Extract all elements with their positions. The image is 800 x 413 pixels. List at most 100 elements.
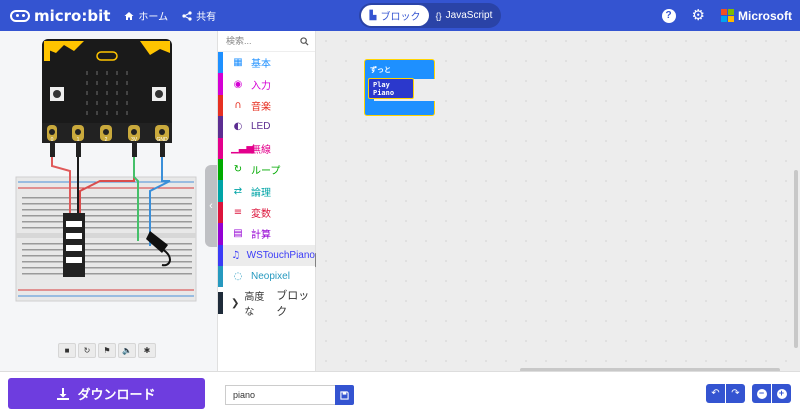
pin-label-2: 2 (105, 137, 108, 143)
touch-piano-module[interactable] (63, 213, 85, 277)
toolbox-search-input[interactable] (226, 36, 300, 46)
blocks-tab-label: ブロック (380, 12, 421, 23)
list-lines-icon: ≡ (233, 206, 243, 218)
simulator-panel: 0 1 2 3V GND ■ ↻ ⚑ 🔈 ✱ (0, 31, 217, 371)
home-link[interactable]: ホーム (124, 8, 168, 23)
advanced-label-small: 高度な (244, 292, 265, 318)
microbit-logo[interactable]: micro:bit (10, 7, 110, 25)
project-name-input[interactable] (225, 385, 335, 405)
download-button[interactable]: ダウンロード (8, 378, 205, 409)
bottom-toolbar: ダウンロード ↶ ↷ − + (0, 371, 800, 413)
category-basic[interactable]: ▦ 基本 (218, 52, 315, 74)
category-label: 音楽 (251, 101, 271, 113)
breadboard (15, 176, 197, 302)
category-label: 基本 (251, 59, 271, 71)
music-note-icon: ♫ (231, 249, 241, 261)
category-math[interactable]: ▤ 計算 (218, 223, 315, 245)
category-neopixel[interactable]: ◌ Neopixel (218, 265, 315, 288)
fullscreen-icon[interactable]: ✱ (138, 343, 156, 358)
target-icon: ◉ (233, 78, 243, 90)
download-label: ダウンロード (77, 387, 156, 402)
category-label: 無線 (251, 144, 271, 156)
collapse-simulator-button[interactable]: ‹ (205, 165, 217, 247)
play-piano-label: Play Piano (373, 80, 395, 97)
calculator-icon: ▤ (233, 228, 243, 240)
download-icon (57, 387, 70, 400)
microbit-logo-icon (10, 9, 30, 22)
spinner-icon: ◌ (233, 271, 243, 283)
play-piano-block[interactable]: Play Piano (368, 78, 414, 99)
category-label: 計算 (251, 230, 271, 242)
pin-label-1: 1 (77, 137, 80, 143)
pin-label-3v: 3V (131, 137, 138, 143)
home-label: ホーム (138, 12, 169, 23)
category-variables[interactable]: ≡ 変数 (218, 201, 315, 224)
category-label: ループ (251, 166, 281, 178)
chevron-down-icon: ❯ (231, 297, 240, 309)
category-label: LED (251, 121, 271, 133)
share-label: 共有 (196, 12, 217, 23)
microsoft-label: Microsoft (738, 8, 792, 23)
workspace-vertical-scrollbar[interactable] (794, 170, 798, 348)
top-header: micro:bit ホーム 共有 ▙ ブロック {} JavaScript ? … (0, 0, 800, 31)
pin-label-0: 0 (51, 137, 54, 143)
toolbox: ▦基本 ◉入力 ∩音楽 ◐LED ▁▃▅無線 ↻ループ ⇄論理 ≡変数 ▤計算 … (217, 31, 327, 371)
blocks-tab[interactable]: ▙ ブロック (361, 5, 429, 26)
gear-icon[interactable]: ⚙ (692, 8, 705, 23)
zoom-group: − + (752, 384, 791, 403)
microsoft-logo[interactable]: Microsoft (721, 9, 792, 23)
editor-toggle: ▙ ブロック {} JavaScript (359, 3, 501, 28)
zoom-in-icon[interactable]: + (772, 384, 791, 403)
app-name: micro:bit (34, 6, 111, 25)
category-loops[interactable]: ↻ ループ (218, 158, 315, 181)
simulator-controls: ■ ↻ ⚑ 🔈 ✱ (58, 343, 158, 358)
blocks-workspace[interactable]: ずっと Play Piano (316, 31, 800, 371)
category-list: ▦ 基本 ◉ 入力 ∩ 音楽 ◐ LED ▁▃▅ 無線 ↻ ループ ⇄ 論理 ≡ 変数 ▤ 計算 … (218, 52, 315, 288)
share-link[interactable]: 共有 (182, 8, 216, 23)
save-icon (340, 390, 349, 400)
advanced-label-big: ブロック (276, 290, 310, 318)
grid-icon: ▦ (233, 57, 243, 69)
category-input[interactable]: ◉ 入力 (218, 73, 315, 95)
category-led[interactable]: ◐ LED (218, 116, 315, 138)
category-label: 変数 (251, 208, 271, 220)
signal-bars-icon: ▁▃▅ (231, 142, 255, 154)
home-icon (124, 11, 134, 20)
pin-label-gnd: GND (156, 137, 168, 143)
microbit-board[interactable]: 0 1 2 3V GND (42, 39, 172, 157)
category-label: 論理 (251, 187, 271, 199)
redo-icon[interactable]: ↷ (726, 384, 745, 403)
header-right: ? ⚙ Microsoft (661, 0, 792, 31)
braces-icon: {} (435, 10, 442, 21)
slowmo-icon[interactable]: ⚑ (98, 343, 116, 358)
mute-icon[interactable]: 🔈 (118, 343, 136, 358)
undo-redo-group: ↶ ↷ (706, 384, 745, 403)
category-logic[interactable]: ⇄ 論理 (218, 180, 315, 202)
headphones-icon: ∩ (234, 99, 242, 111)
category-music[interactable]: ∩ 音楽 (218, 94, 315, 117)
toggle-icon: ◐ (233, 121, 243, 133)
category-advanced[interactable]: ❯ 高度な ブロック (218, 290, 317, 318)
floppy-disk-icon[interactable] (335, 385, 354, 405)
puzzle-icon: ▙ (369, 10, 377, 20)
restart-icon[interactable]: ↻ (78, 343, 96, 358)
search-icon[interactable] (300, 36, 309, 46)
zoom-out-icon[interactable]: − (752, 384, 771, 403)
simulator-board: 0 1 2 3V GND (15, 39, 197, 302)
javascript-tab[interactable]: {} JavaScript (429, 5, 499, 26)
javascript-tab-label: JavaScript (445, 10, 493, 21)
toolbox-search (218, 31, 315, 52)
chevron-left-icon: ‹ (209, 200, 213, 212)
microsoft-grid-icon (721, 9, 734, 22)
category-radio[interactable]: ▁▃▅ 無線 (218, 137, 315, 159)
category-label: WSTouchPiano (246, 249, 315, 261)
loop-icon: ↻ (233, 164, 243, 176)
undo-icon[interactable]: ↶ (706, 384, 725, 403)
share-icon (182, 10, 192, 21)
shuffle-icon: ⇄ (233, 185, 243, 197)
stop-icon[interactable]: ■ (58, 343, 76, 358)
category-label: Neopixel (251, 271, 290, 283)
question-circle-icon[interactable]: ? (661, 8, 676, 23)
forever-block-label: ずっと (370, 66, 391, 74)
category-wstouchpiano[interactable]: ♫ WSTouchPiano (218, 244, 315, 266)
